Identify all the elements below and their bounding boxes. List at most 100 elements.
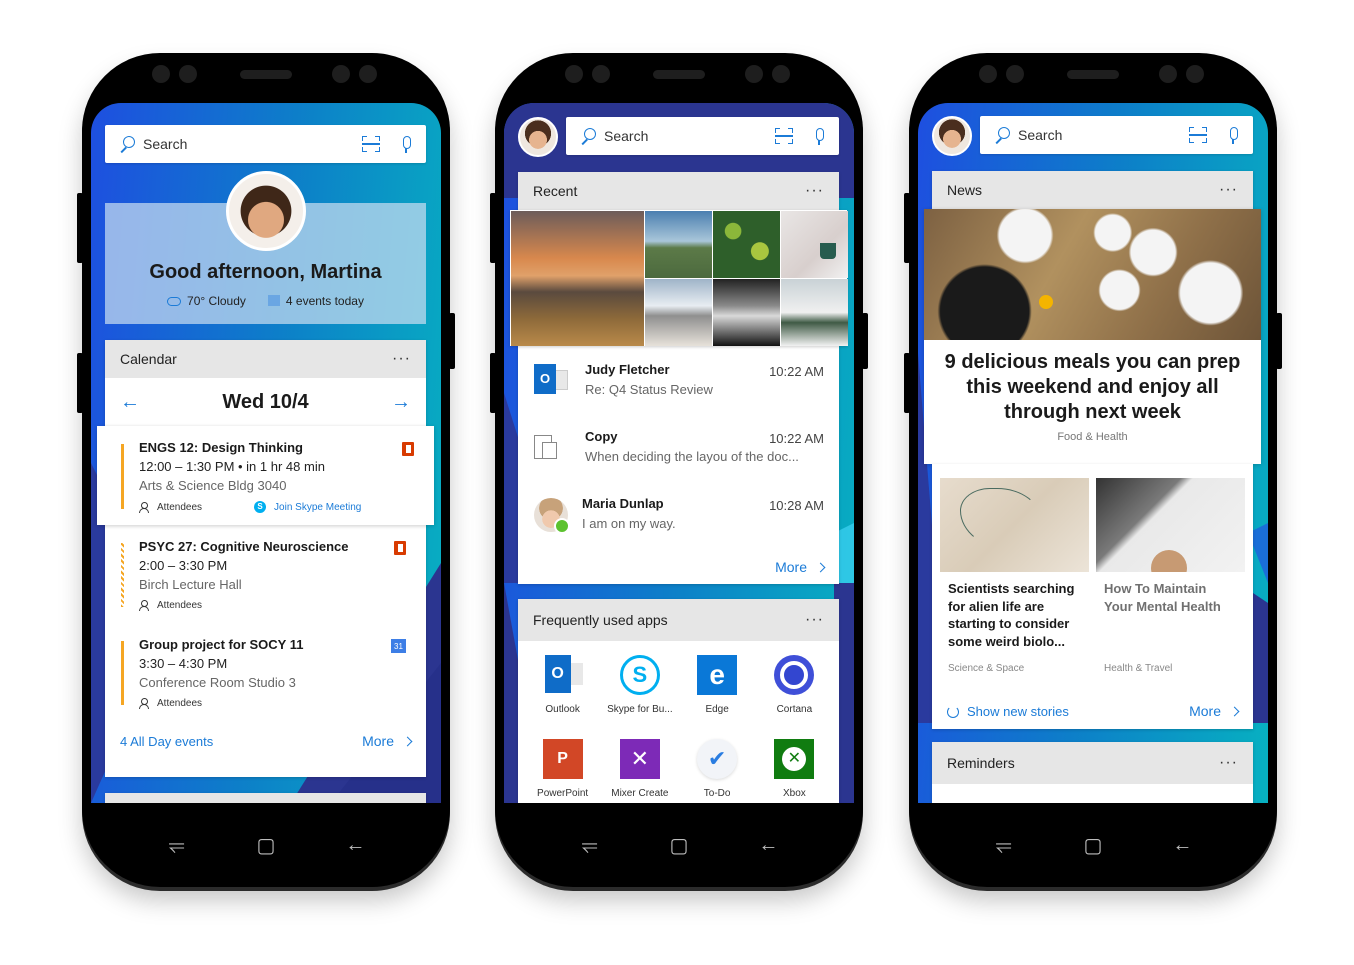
more-button[interactable]: More — [362, 733, 413, 749]
app-skype[interactable]: S Skype for Bu... — [601, 655, 678, 715]
app-todo[interactable]: ✔ To-Do — [679, 739, 756, 799]
scan-icon[interactable] — [775, 128, 793, 144]
more-options-icon[interactable]: ··· — [1219, 755, 1238, 771]
home-icon[interactable]: ▢ — [664, 833, 694, 858]
more-options-icon[interactable]: ··· — [1219, 182, 1238, 198]
outlook-icon: O — [543, 655, 583, 695]
photo-thumbnail[interactable] — [713, 279, 780, 346]
news-hero-story[interactable]: 9 delicious meals you can prep this week… — [924, 209, 1261, 464]
attendees-link[interactable]: Attendees — [157, 698, 202, 709]
xbox-icon — [774, 739, 815, 779]
greeting-title: Good afternoon, Martina — [149, 261, 382, 283]
news-story[interactable]: How To Maintain Your Mental Health Healt… — [1096, 478, 1245, 674]
power-button — [1276, 313, 1282, 369]
activity-subtitle: Re: Q4 Status Review — [585, 382, 713, 397]
next-day-icon[interactable]: → — [391, 391, 411, 414]
card-title: Frequently used apps — [533, 612, 668, 628]
story-title: 9 delicious meals you can prep this week… — [944, 351, 1241, 423]
more-label: More — [1189, 703, 1221, 719]
app-powerpoint[interactable]: P PowerPoint — [524, 739, 601, 799]
more-options-icon[interactable]: ··· — [805, 612, 824, 628]
story-image — [940, 478, 1089, 572]
recents-icon[interactable]: ⥫ — [575, 834, 605, 857]
chevron-right-icon — [1229, 706, 1240, 716]
photo-thumbnail[interactable] — [781, 279, 848, 346]
app-xbox[interactable]: Xbox — [756, 739, 833, 799]
event-time: 2:00 – 3:30 PM — [139, 558, 228, 573]
office-icon — [394, 541, 406, 555]
clipboard-icon — [534, 431, 558, 459]
app-mixer-create[interactable]: ✕ Mixer Create — [601, 739, 678, 799]
search-input[interactable]: Search — [1018, 127, 1189, 143]
skype-icon: S — [619, 655, 660, 695]
android-nav-bar: ⥫ ▢ ← — [495, 803, 863, 887]
bixby-button — [490, 353, 496, 413]
sensor-icon — [565, 65, 583, 83]
mic-icon[interactable] — [1227, 126, 1239, 144]
activity-item[interactable]: O Judy Fletcher Re: Q4 Status Review 10:… — [518, 348, 839, 415]
back-icon[interactable]: ← — [340, 834, 370, 857]
app-cortana[interactable]: Cortana — [756, 655, 833, 715]
contact-avatar — [534, 498, 570, 534]
all-day-events-link[interactable]: 4 All Day events — [120, 734, 213, 749]
back-icon[interactable]: ← — [753, 834, 783, 857]
previous-day-icon[interactable]: ← — [120, 391, 140, 414]
avatar[interactable] — [932, 116, 972, 156]
app-label: Skype for Bu... — [607, 704, 673, 715]
more-options-icon[interactable]: ··· — [392, 351, 411, 367]
home-icon[interactable]: ▢ — [1078, 833, 1108, 858]
search-input[interactable]: Search — [143, 136, 362, 152]
calendar-event[interactable]: PSYC 27: Cognitive Neuroscience 2:00 – 3… — [105, 525, 426, 623]
sensor-icon — [332, 65, 350, 83]
search-bar[interactable]: Search — [980, 116, 1253, 154]
more-button[interactable]: More — [775, 559, 826, 575]
power-button — [862, 313, 868, 369]
news-story[interactable]: Scientists searching for alien life are … — [940, 478, 1089, 674]
mic-icon[interactable] — [400, 135, 412, 153]
more-button[interactable]: More — [1189, 703, 1240, 719]
attendees-link[interactable]: Attendees — [157, 502, 202, 513]
volume-button — [490, 193, 496, 263]
photo-thumbnail[interactable] — [645, 279, 712, 346]
show-new-label: Show new stories — [967, 703, 1069, 719]
search-icon — [119, 136, 135, 152]
event-time: 12:00 – 1:30 PM • in 1 hr 48 min — [139, 459, 325, 474]
activity-item[interactable]: Maria Dunlap I am on my way. 10:28 AM — [518, 482, 839, 549]
photo-thumbnail[interactable] — [511, 211, 644, 346]
calendar-event[interactable]: ENGS 12: Design Thinking 12:00 – 1:30 PM… — [97, 426, 434, 525]
join-skype-link[interactable]: Join Skype Meeting — [274, 502, 361, 513]
photo-thumbnail[interactable] — [645, 211, 712, 278]
avatar[interactable] — [518, 117, 558, 157]
calendar-icon — [267, 295, 280, 306]
show-new-stories-button[interactable]: Show new stories — [947, 704, 1069, 719]
app-label: Xbox — [782, 788, 806, 799]
todo-icon: ✔ — [697, 739, 738, 779]
recents-icon[interactable]: ⥫ — [989, 834, 1019, 857]
activity-time: 10:28 AM — [769, 498, 824, 513]
search-bar[interactable]: Search — [566, 117, 839, 155]
scan-icon[interactable] — [1189, 127, 1207, 143]
back-icon[interactable]: ← — [1167, 834, 1197, 857]
app-outlook[interactable]: O Outlook — [524, 655, 601, 715]
more-options-icon[interactable]: ··· — [805, 183, 824, 199]
app-edge[interactable]: e Edge — [679, 655, 756, 715]
recent-card: Recent ··· O Judy Fletcher Re: Q4 Status… — [510, 172, 848, 584]
activity-item[interactable]: Copy When deciding the layou of the doc.… — [518, 415, 839, 482]
photo-thumbnail[interactable] — [781, 211, 848, 278]
app-label: To-Do — [703, 788, 731, 799]
app-label: Cortana — [776, 704, 813, 715]
google-calendar-icon: 31 — [391, 639, 406, 653]
recents-icon[interactable]: ⥫ — [162, 834, 192, 857]
attendees-link[interactable]: Attendees — [157, 600, 202, 611]
person-icon — [139, 698, 149, 709]
search-bar[interactable]: Search — [105, 125, 426, 163]
home-icon[interactable]: ▢ — [251, 833, 281, 858]
scan-icon[interactable] — [362, 136, 380, 152]
volume-button — [904, 193, 910, 263]
search-input[interactable]: Search — [604, 128, 775, 144]
photo-thumbnail[interactable] — [713, 211, 780, 278]
calendar-event[interactable]: Group project for SOCY 11 3:30 – 4:30 PM… — [105, 623, 426, 721]
mic-icon[interactable] — [813, 127, 825, 145]
screen: Search News ··· 9 delicious meals you ca… — [918, 103, 1268, 803]
avatar[interactable] — [226, 171, 306, 251]
